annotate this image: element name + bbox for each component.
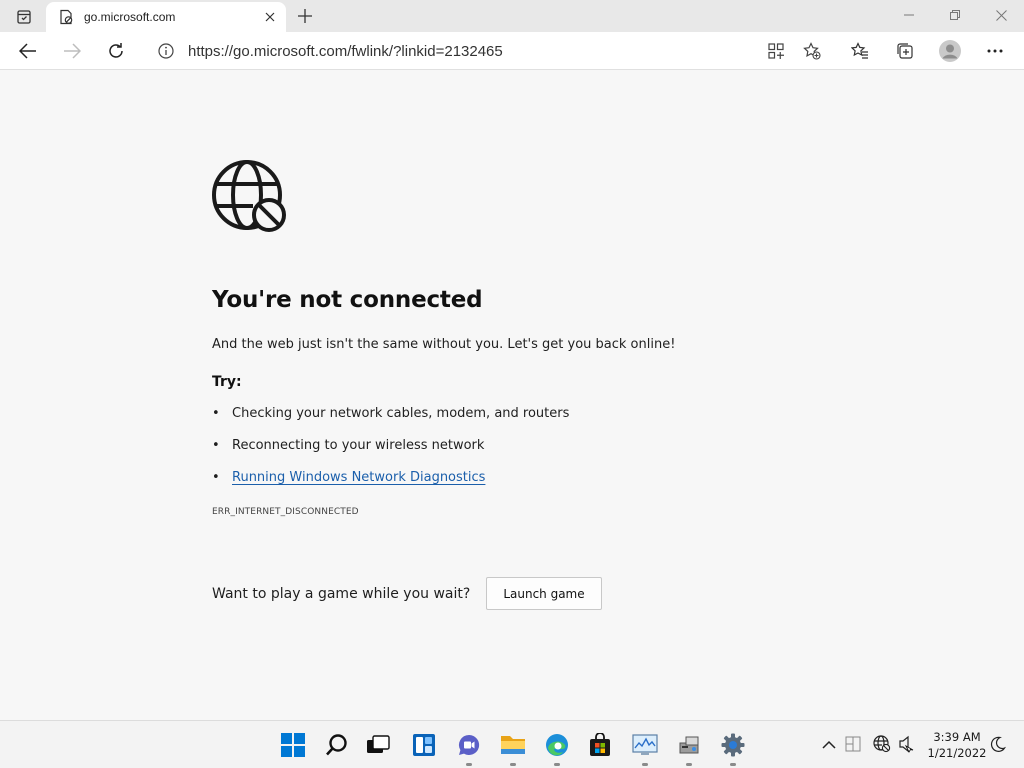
search-button[interactable] bbox=[319, 727, 355, 763]
performance-monitor-button[interactable] bbox=[627, 727, 663, 766]
taskbar: 3:39 AM 1/21/2022 bbox=[0, 720, 1024, 768]
more-dots-icon bbox=[987, 49, 1003, 53]
close-window-button[interactable] bbox=[978, 0, 1024, 30]
chevron-up-icon bbox=[822, 740, 836, 749]
try-label: Try: bbox=[212, 374, 242, 390]
task-view-button[interactable] bbox=[360, 727, 396, 763]
volume-button[interactable] bbox=[896, 733, 918, 755]
profile-button[interactable] bbox=[935, 36, 965, 66]
error-code: ERR_INTERNET_DISCONNECTED bbox=[212, 507, 359, 517]
avatar-icon bbox=[939, 40, 961, 62]
show-hidden-icons-button[interactable] bbox=[818, 733, 840, 755]
launch-game-button[interactable]: Launch game bbox=[486, 577, 602, 610]
favorites-button[interactable] bbox=[845, 36, 875, 66]
browser-toolbar: https://go.microsoft.com/fwlink/?linkid=… bbox=[0, 32, 1024, 70]
device-manager-icon bbox=[679, 736, 699, 754]
new-tab-button[interactable] bbox=[292, 5, 318, 27]
tray-app-icon[interactable] bbox=[842, 733, 864, 755]
chat-icon bbox=[459, 734, 480, 755]
search-icon bbox=[326, 734, 347, 756]
favorites-icon bbox=[851, 42, 868, 59]
tip-reconnect-wireless: Reconnecting to your wireless network bbox=[212, 437, 812, 469]
clock-time: 3:39 AM bbox=[933, 730, 981, 744]
file-explorer-button[interactable] bbox=[495, 727, 531, 766]
tab-actions-icon bbox=[17, 10, 31, 24]
network-diagnostics-link[interactable]: Running Windows Network Diagnostics bbox=[232, 470, 485, 485]
site-info-icon[interactable] bbox=[144, 43, 188, 59]
app-available-icon[interactable] bbox=[758, 36, 794, 66]
edge-icon bbox=[546, 734, 568, 756]
refresh-icon bbox=[109, 43, 123, 58]
page-favicon-icon bbox=[58, 9, 74, 25]
arrow-right-icon bbox=[64, 43, 81, 59]
add-favorite-icon[interactable] bbox=[794, 36, 830, 66]
settings-more-button[interactable] bbox=[980, 36, 1010, 66]
clock[interactable]: 3:39 AM 1/21/2022 bbox=[922, 729, 992, 761]
window-tray-icon bbox=[845, 736, 861, 752]
tab-strip: go.microsoft.com bbox=[0, 0, 1024, 32]
windows-logo-icon bbox=[281, 733, 305, 757]
gear-icon bbox=[721, 733, 745, 757]
plus-icon bbox=[298, 9, 312, 23]
running-indicator bbox=[554, 763, 560, 766]
store-icon bbox=[590, 733, 610, 756]
minimize-button[interactable] bbox=[886, 0, 932, 30]
page-subtext: And the web just isn't the same without … bbox=[212, 337, 676, 352]
performance-monitor-icon bbox=[632, 734, 658, 755]
folder-icon bbox=[501, 736, 525, 754]
game-prompt-row: Want to play a game while you wait? Laun… bbox=[212, 577, 812, 610]
tip-network-diagnostics: Running Windows Network Diagnostics bbox=[212, 469, 812, 501]
address-bar[interactable]: https://go.microsoft.com/fwlink/?linkid=… bbox=[144, 36, 830, 66]
tab-close-icon[interactable] bbox=[262, 9, 278, 25]
collections-icon bbox=[897, 43, 913, 59]
restore-button[interactable] bbox=[932, 0, 978, 30]
clock-date: 1/21/2022 bbox=[927, 746, 987, 760]
chat-button[interactable] bbox=[451, 727, 487, 766]
store-button[interactable] bbox=[582, 727, 618, 763]
forward-button[interactable] bbox=[57, 36, 87, 66]
tab-actions-button[interactable] bbox=[8, 6, 40, 28]
running-indicator bbox=[466, 763, 472, 766]
start-button[interactable] bbox=[275, 727, 311, 763]
edge-button[interactable] bbox=[539, 727, 575, 766]
network-status-button[interactable] bbox=[871, 733, 893, 755]
page-title: You're not connected bbox=[212, 287, 483, 313]
browser-tab[interactable]: go.microsoft.com bbox=[46, 2, 286, 32]
minimize-icon bbox=[904, 14, 914, 16]
back-button[interactable] bbox=[13, 36, 43, 66]
focus-assist-button[interactable] bbox=[987, 733, 1009, 755]
globe-no-internet-icon bbox=[873, 735, 891, 753]
collections-button[interactable] bbox=[890, 36, 920, 66]
running-indicator bbox=[686, 763, 692, 766]
window-controls bbox=[886, 0, 1024, 30]
tab-title: go.microsoft.com bbox=[84, 10, 176, 24]
close-icon bbox=[995, 9, 1007, 21]
running-indicator bbox=[730, 763, 736, 766]
widgets-button[interactable] bbox=[406, 727, 442, 763]
url-text[interactable]: https://go.microsoft.com/fwlink/?linkid=… bbox=[188, 43, 758, 60]
device-manager-button[interactable] bbox=[671, 727, 707, 766]
widgets-icon bbox=[413, 734, 435, 756]
globe-blocked-icon bbox=[212, 160, 286, 232]
speaker-icon bbox=[899, 735, 914, 753]
tip-check-cables: Checking your network cables, modem, and… bbox=[212, 405, 812, 437]
running-indicator bbox=[510, 763, 516, 766]
restore-icon bbox=[950, 10, 960, 20]
settings-button[interactable] bbox=[715, 727, 751, 766]
task-view-icon bbox=[367, 735, 390, 753]
error-page: You're not connected And the web just is… bbox=[212, 160, 812, 610]
tips-list: Checking your network cables, modem, and… bbox=[212, 405, 812, 501]
running-indicator bbox=[642, 763, 648, 766]
moon-icon bbox=[990, 736, 1006, 752]
refresh-button[interactable] bbox=[101, 36, 131, 66]
game-prompt-text: Want to play a game while you wait? bbox=[212, 585, 471, 602]
arrow-left-icon bbox=[19, 43, 36, 59]
